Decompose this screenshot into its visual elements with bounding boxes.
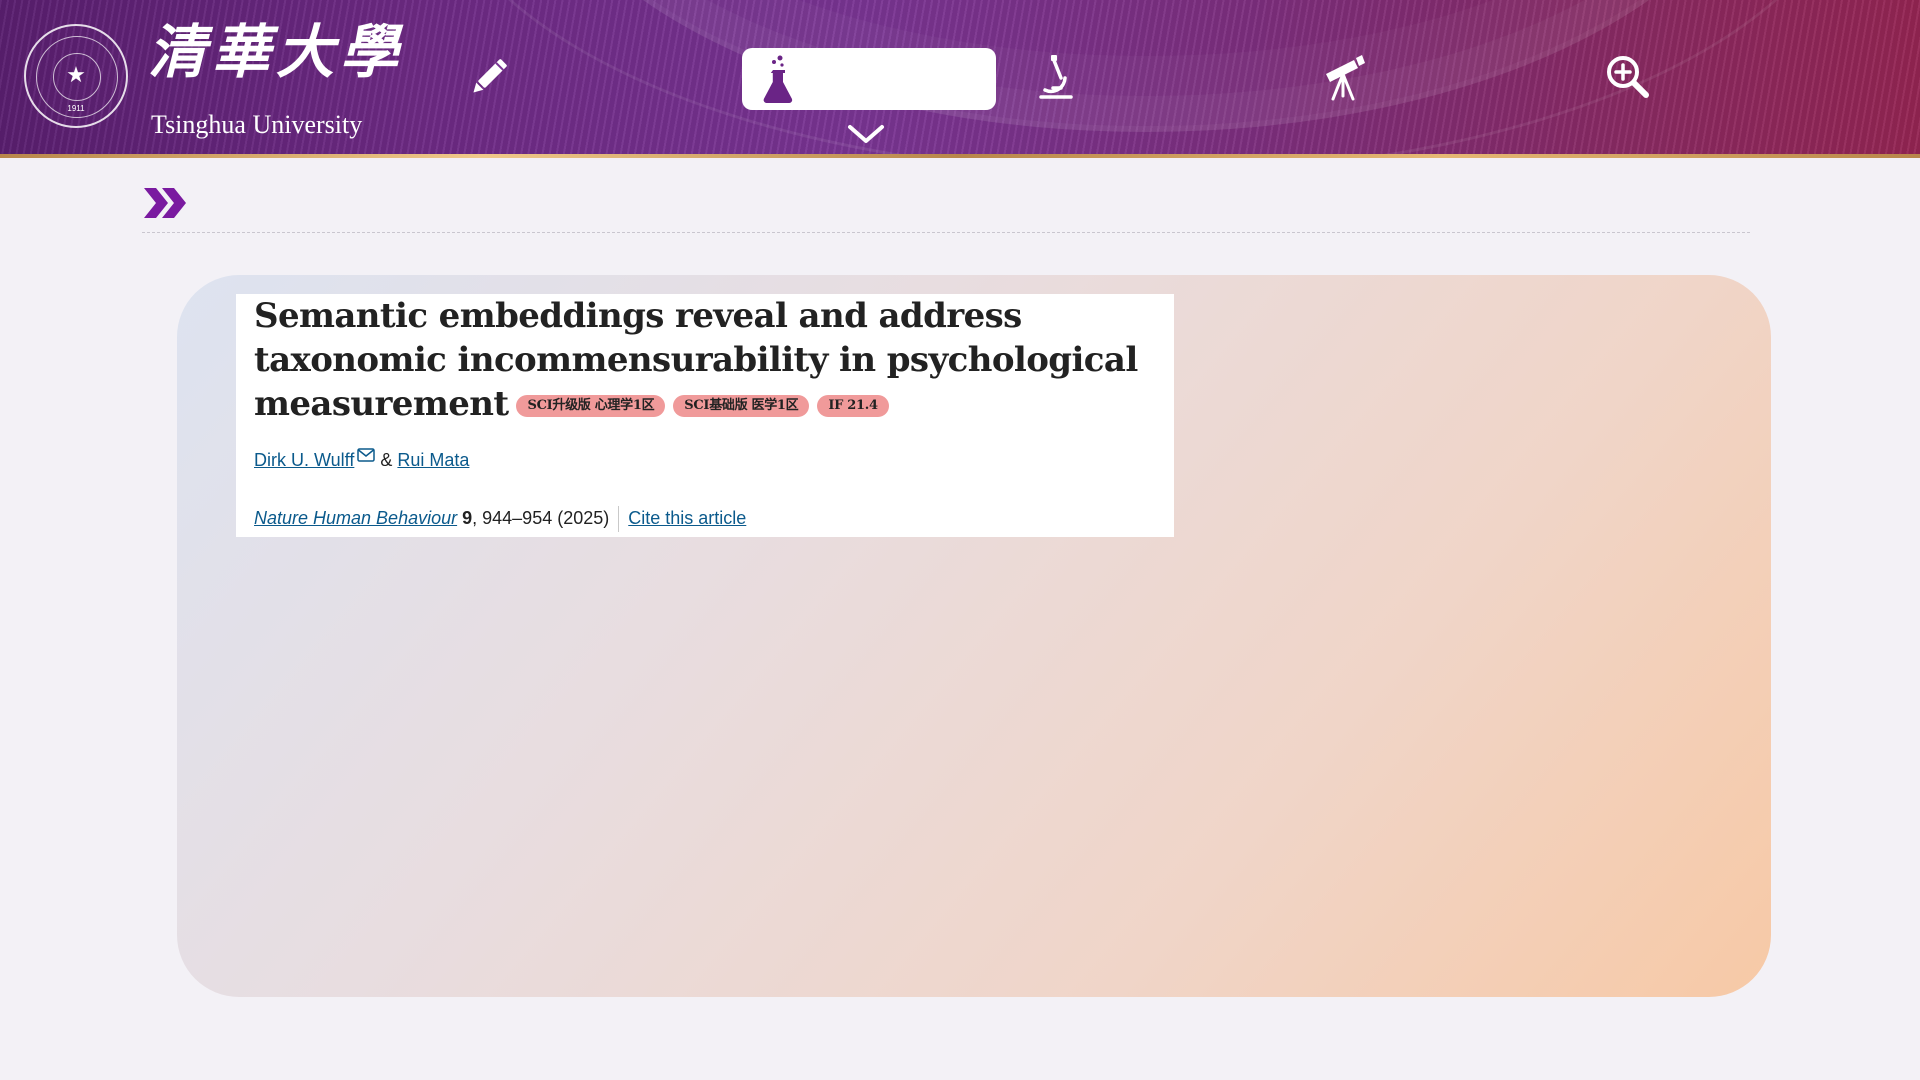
pages-year: , 944–954 (2025) xyxy=(472,507,610,528)
citation-line: Nature Human Behaviour 9, 944–954 (2025)… xyxy=(254,506,746,532)
double-chevron-right-icon xyxy=(144,188,186,218)
section-divider xyxy=(142,232,1750,233)
zoom-in-icon[interactable] xyxy=(1602,52,1652,102)
author-list: Dirk U. Wulff & Rui Mata xyxy=(254,448,469,471)
email-icon[interactable] xyxy=(357,448,376,462)
volume-number: 9 xyxy=(462,507,473,528)
university-name-cn: 清華大學 xyxy=(148,18,405,86)
author-link[interactable]: Rui Mata xyxy=(397,450,469,470)
banner-gold-strip xyxy=(0,154,1920,158)
flask-icon xyxy=(763,55,793,103)
author-separator: & xyxy=(380,450,393,470)
badge-sci-upgrade: SCI升级版 心理学1区 xyxy=(516,395,666,417)
university-seal-icon: ★ 1911 xyxy=(24,24,128,128)
badge-impact-factor: IF 21.4 xyxy=(817,395,889,417)
chevron-down-icon[interactable] xyxy=(846,122,886,146)
article-card: Semantic embeddings reveal and address t… xyxy=(236,294,1174,537)
telescope-icon[interactable] xyxy=(1318,52,1368,102)
journal-link[interactable]: Nature Human Behaviour xyxy=(254,508,457,528)
cite-this-article-link[interactable]: Cite this article xyxy=(628,508,746,528)
badge-sci-basic: SCI基础版 医学1区 xyxy=(673,395,810,417)
article-title: Semantic embeddings reveal and address t… xyxy=(254,294,1164,426)
university-name-en: Tsinghua University xyxy=(151,110,363,139)
seal-year: 1911 xyxy=(67,104,85,113)
pencil-icon[interactable] xyxy=(464,52,514,102)
tab-flask-active[interactable] xyxy=(742,48,996,110)
header-banner: ★ 1911 清華大學 Tsinghua University xyxy=(0,0,1920,158)
citation-divider xyxy=(618,506,620,532)
microscope-icon[interactable] xyxy=(1031,52,1081,102)
author-link[interactable]: Dirk U. Wulff xyxy=(254,450,354,470)
